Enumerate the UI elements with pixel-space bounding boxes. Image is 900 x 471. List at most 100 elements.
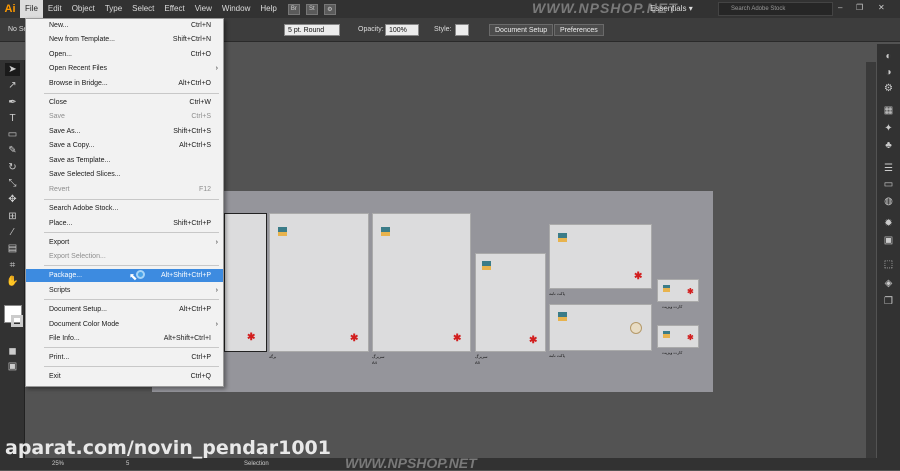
menu-view[interactable]: View xyxy=(190,0,217,18)
color-panel-icon[interactable]: ◐ xyxy=(881,50,896,64)
color-guide-icon[interactable]: ◑ xyxy=(881,66,896,80)
menu-item-browse-bridge[interactable]: Browse in Bridge... Alt+Ctrl+O xyxy=(26,77,223,90)
menu-separator xyxy=(44,347,219,348)
artboard-label: پاکت نامه xyxy=(549,353,565,358)
workspace-switcher[interactable]: Essentials ▾ xyxy=(650,0,693,18)
menu-edit[interactable]: Edit xyxy=(43,0,67,18)
menu-item-save-as[interactable]: Save As... Shift+Ctrl+S xyxy=(26,125,223,138)
puppet-warp-tool-icon[interactable]: ✥ xyxy=(5,193,20,206)
export-icon[interactable]: ⬚ xyxy=(881,258,896,272)
tools-panel: ➤ ↗ ✒ T ▭ ✎ ↻ ⤡ ✥ ⊞ ⁄ ▤ ⌗ ✋ ◼ ▣ xyxy=(0,60,25,460)
swatches-icon[interactable]: ▦ xyxy=(881,104,896,118)
properties-icon[interactable]: ⚙ xyxy=(881,82,896,96)
menu-item-search-stock[interactable]: Search Adobe Stock... xyxy=(26,202,223,215)
menu-item-save-slices[interactable]: Save Selected Slices... xyxy=(26,168,223,181)
menu-window[interactable]: Window xyxy=(217,0,255,18)
artboard-tool-icon[interactable]: ⌗ xyxy=(5,259,20,272)
menu-effect[interactable]: Effect xyxy=(159,0,189,18)
submenu-arrow-icon: › xyxy=(215,239,218,246)
stroke-swatch[interactable] xyxy=(11,315,23,327)
graphic-styles-icon[interactable]: ▣ xyxy=(881,234,896,248)
selection-tool-icon[interactable]: ➤ xyxy=(5,63,20,76)
artboards-icon[interactable]: ❐ xyxy=(881,295,896,309)
artboard-2[interactable]: ✱ xyxy=(269,213,369,352)
layers-icon[interactable]: ◈ xyxy=(881,277,896,291)
artboard-size-label: A4 xyxy=(372,360,377,365)
menu-item-open[interactable]: Open... Ctrl+O xyxy=(26,48,223,61)
zoom-level[interactable]: 25% xyxy=(52,458,64,470)
menu-item-print[interactable]: Print... Ctrl+P xyxy=(26,351,223,364)
menu-item-file-info[interactable]: File Info... Alt+Shift+Ctrl+I xyxy=(26,332,223,345)
transparency-icon[interactable]: ◍ xyxy=(881,195,896,209)
artboard-5[interactable]: ✱ xyxy=(549,224,652,289)
stock-button[interactable]: St xyxy=(305,3,318,15)
symbols-icon[interactable]: ♣ xyxy=(881,139,896,153)
menu-item-exit[interactable]: Exit Ctrl+Q xyxy=(26,370,223,383)
artboard-1[interactable]: ✱ xyxy=(224,213,267,352)
preferences-button[interactable]: Preferences xyxy=(554,24,604,36)
menu-item-package[interactable]: Package... Alt+Shift+Ctrl+P xyxy=(26,269,223,282)
stroke-panel-icon[interactable]: ☰ xyxy=(881,162,896,176)
pen-tool-icon[interactable]: ✒ xyxy=(5,96,20,109)
menu-file[interactable]: File xyxy=(20,0,43,18)
artboard-area[interactable]: ✱ ✱ برگه ✱ سربرگ A4 ✱ سربرگ A5 ✱ پاکت نا… xyxy=(152,191,713,392)
opacity-input[interactable]: 100% xyxy=(385,24,419,36)
artboard-number[interactable]: 5 xyxy=(126,458,129,470)
artboard-label: سربرگ xyxy=(475,354,488,359)
menu-type[interactable]: Type xyxy=(100,0,127,18)
artboard-8[interactable]: ✱ xyxy=(657,325,699,348)
menu-object[interactable]: Object xyxy=(67,0,100,18)
graph-tool-icon[interactable]: ▤ xyxy=(5,242,20,255)
menu-item-color-mode[interactable]: Document Color Mode › xyxy=(26,318,223,331)
restore-button[interactable]: ❐ xyxy=(856,0,863,16)
document-setup-button[interactable]: Document Setup xyxy=(489,24,554,36)
style-swatch[interactable] xyxy=(455,24,469,36)
eyedropper-tool-icon[interactable]: ⁄ xyxy=(5,226,20,239)
current-tool-status[interactable]: Selection xyxy=(244,458,269,470)
direct-selection-tool-icon[interactable]: ↗ xyxy=(5,79,20,92)
menu-item-scripts[interactable]: Scripts › xyxy=(26,284,223,297)
menu-item-new[interactable]: New... Ctrl+N xyxy=(26,19,223,32)
hand-tool-icon[interactable]: ✋ xyxy=(5,275,20,288)
artboard-7[interactable]: ✱ xyxy=(657,279,699,302)
artboard-4[interactable]: ✱ xyxy=(475,253,546,352)
menu-help[interactable]: Help xyxy=(255,0,281,18)
search-input[interactable]: Search Adobe Stock xyxy=(718,2,833,16)
artboard-label: کارت ویزیت xyxy=(662,304,683,309)
menu-item-save-copy[interactable]: Save a Copy... Alt+Ctrl+S xyxy=(26,139,223,152)
workspace-label: Essentials xyxy=(650,4,687,13)
color-mode-icon[interactable]: ◼ xyxy=(5,345,20,358)
paintbrush-tool-icon[interactable]: ✎ xyxy=(5,144,20,157)
brushes-icon[interactable]: ✦ xyxy=(881,122,896,136)
opacity-label: Opacity: xyxy=(358,26,384,33)
artboard-6[interactable] xyxy=(549,304,652,351)
menu-item-open-recent[interactable]: Open Recent Files › xyxy=(26,62,223,75)
red-figure-icon: ✱ xyxy=(687,333,694,342)
rotate-tool-icon[interactable]: ↻ xyxy=(5,161,20,174)
rectangle-tool-icon[interactable]: ▭ xyxy=(5,128,20,141)
menu-item-new-from-template[interactable]: New from Template... Shift+Ctrl+N xyxy=(26,33,223,46)
vertical-scrollbar[interactable] xyxy=(866,62,876,458)
watermark-bottom: WWW.NPSHOP.NET xyxy=(345,455,477,471)
gradient-icon[interactable]: ▭ xyxy=(881,178,896,192)
menu-item-document-setup[interactable]: Document Setup... Alt+Ctrl+P xyxy=(26,303,223,316)
brush-select[interactable]: 5 pt. Round xyxy=(284,24,340,36)
appearance-icon[interactable]: ✹ xyxy=(881,217,896,231)
artboard-3[interactable]: ✱ xyxy=(372,213,471,352)
screen-mode-icon[interactable]: ▣ xyxy=(5,360,20,373)
bridge-button[interactable]: Br xyxy=(287,3,300,15)
artboard-label: سربرگ xyxy=(372,354,385,359)
menu-item-export[interactable]: Export › xyxy=(26,236,223,249)
gpu-icon[interactable]: ⚙ xyxy=(323,3,336,15)
menu-item-save-template[interactable]: Save as Template... xyxy=(26,154,223,167)
shape-builder-tool-icon[interactable]: ⊞ xyxy=(5,210,20,223)
type-tool-icon[interactable]: T xyxy=(5,112,20,125)
minimize-button[interactable]: – xyxy=(838,0,842,16)
menu-item-close[interactable]: Close Ctrl+W xyxy=(26,96,223,109)
scale-tool-icon[interactable]: ⤡ xyxy=(5,177,20,190)
menu-select[interactable]: Select xyxy=(127,0,159,18)
menu-item-revert: Revert F12 xyxy=(49,186,211,193)
menu-item-place[interactable]: Place... Shift+Ctrl+P xyxy=(26,217,223,230)
close-button[interactable]: ✕ xyxy=(878,0,885,16)
menu-separator xyxy=(44,199,219,200)
